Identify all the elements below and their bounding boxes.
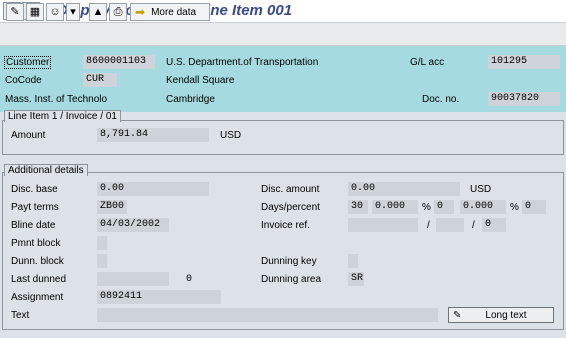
person-icon[interactable]: ☺: [46, 3, 64, 21]
dunning-key-field[interactable]: [348, 254, 358, 268]
dunn-block-label: Dunn. block: [11, 256, 64, 267]
pct2-field[interactable]: 0.000: [460, 200, 506, 214]
long-text-icon: ✎: [453, 309, 462, 321]
last-dunned-count: 0: [186, 274, 193, 285]
pct1-field[interactable]: 0.000: [372, 200, 418, 214]
text-label: Text: [11, 310, 30, 321]
invoice-ref-field[interactable]: [348, 218, 418, 232]
more-data-button[interactable]: ➡ More data: [130, 3, 210, 21]
line-item-group: [2, 120, 564, 155]
glacc-label: G/L acc: [410, 57, 445, 68]
payt-terms-label: Payt terms: [11, 202, 59, 213]
payt-terms-field[interactable]: ZB00: [97, 200, 127, 214]
glacc-field[interactable]: 101295: [488, 55, 560, 69]
customer-name: U.S. Department.of Transportation: [166, 57, 319, 68]
long-text-label: Long text: [485, 309, 527, 321]
days2-field[interactable]: 0: [434, 200, 454, 214]
disc-base-label: Disc. base: [11, 184, 58, 195]
last-dunned-label: Last dunned: [11, 274, 67, 285]
application-toolbar: [0, 22, 566, 46]
docno-label: Doc. no.: [422, 94, 460, 105]
document-icon[interactable]: ▦: [26, 3, 44, 21]
invoice-ref-year-field[interactable]: [436, 218, 464, 232]
dropdown-arrow-icon[interactable]: ▾: [66, 3, 80, 21]
more-data-label: More data: [151, 6, 197, 18]
street-text: Kendall Square: [166, 75, 235, 86]
city-text: Cambridge: [166, 94, 215, 105]
invoice-ref-label: Invoice ref.: [261, 220, 310, 231]
long-text-button[interactable]: ✎ Long text: [448, 307, 554, 323]
dunning-area-field[interactable]: SR: [348, 272, 364, 286]
bline-date-field[interactable]: 04/03/2002: [97, 218, 169, 232]
cocode-label: CoCode: [5, 75, 42, 86]
customer-label: Customer: [4, 56, 52, 69]
days-percent-label: Days/percent: [261, 202, 320, 213]
assignment-label: Assignment: [11, 292, 64, 303]
amount-label: Amount: [11, 130, 46, 141]
docno-field[interactable]: 90037820: [488, 92, 560, 106]
disc-amount-label: Disc. amount: [261, 184, 320, 195]
edit-pencil-icon[interactable]: ✎: [6, 3, 24, 21]
invoice-ref-slash2: /: [472, 220, 475, 231]
customer-field[interactable]: 8600001103: [83, 55, 155, 69]
bline-date-label: Bline date: [11, 220, 56, 231]
invoice-ref-slash1: /: [427, 220, 430, 231]
company-name: Mass. Inst. of Technolo: [5, 94, 108, 105]
dunn-block-field[interactable]: [97, 254, 107, 268]
arrow-right-icon: ➡: [135, 5, 146, 19]
dunning-key-label: Dunning key: [261, 256, 317, 267]
pmnt-block-label: Pmnt block: [11, 238, 61, 249]
days3-field[interactable]: 0: [522, 200, 546, 214]
assignment-field[interactable]: 0892411: [97, 290, 221, 304]
text-field[interactable]: [97, 308, 438, 322]
disc-amount-field[interactable]: 0.00: [348, 182, 460, 196]
disc-currency: USD: [470, 184, 492, 195]
days1-field[interactable]: 30: [348, 200, 368, 214]
print-icon[interactable]: ⎙: [109, 3, 127, 21]
previous-up-icon[interactable]: ▲: [89, 3, 107, 21]
additional-details-title: Additional details: [4, 164, 88, 176]
invoice-ref-item-field[interactable]: 0: [482, 218, 506, 232]
disc-base-field[interactable]: 0.00: [97, 182, 209, 196]
pmnt-block-field[interactable]: [97, 236, 107, 250]
last-dunned-field[interactable]: [97, 272, 169, 286]
pct-sign1: %: [422, 202, 431, 213]
amount-field[interactable]: 8,791.84: [97, 128, 209, 142]
line-item-title: Line Item 1 / Invoice / 01: [4, 110, 121, 122]
cocode-field[interactable]: CUR: [83, 73, 117, 87]
pct-sign2: %: [510, 202, 519, 213]
amount-currency: USD: [220, 130, 242, 141]
dunning-area-label: Dunning area: [261, 274, 322, 285]
